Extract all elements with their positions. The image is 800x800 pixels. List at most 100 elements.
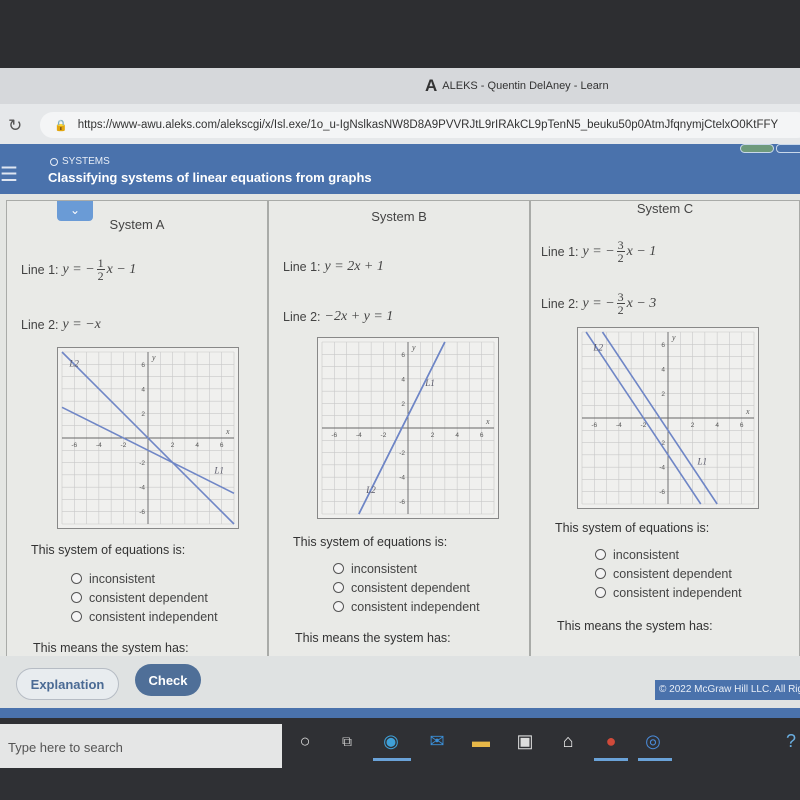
app-icon[interactable]: ⌂	[555, 728, 581, 754]
option-label: consistent independent	[351, 599, 480, 614]
radio-button[interactable]	[595, 587, 606, 598]
option-label: consistent dependent	[351, 580, 470, 595]
powerpoint-icon[interactable]: ●	[598, 728, 624, 754]
y-tick-label: 6	[661, 342, 665, 349]
file-explorer-icon[interactable]: ▬	[468, 728, 494, 754]
x-tick-label: -6	[71, 442, 77, 449]
series-label-l1: L1	[696, 457, 707, 467]
reload-icon[interactable]: ↻	[8, 116, 22, 136]
explanation-button[interactable]: Explanation	[16, 668, 119, 700]
edge-icon[interactable]: ◉	[378, 728, 404, 754]
option-label: consistent dependent	[89, 590, 208, 605]
graph-system-a: x y -6 -4 -2 2 4 6 6 4 2 -2 -4 -6 L1 L2	[57, 347, 239, 529]
x-tick-label: 4	[715, 422, 719, 429]
browser-titlebar: A ALEKS - Quentin DelAney - Learn	[0, 68, 800, 104]
app-icon-2[interactable]: ◎	[640, 728, 666, 754]
system-c-panel: System C Line 1: y = − 32 x − 1 Line 2: …	[530, 200, 800, 656]
radio-button[interactable]	[595, 568, 606, 579]
y-tick-label: 2	[661, 391, 665, 398]
radio-button[interactable]	[71, 592, 82, 603]
option-consistent-dependent[interactable]: consistent dependent	[595, 564, 742, 583]
url-input[interactable]: 🔒 https://www-awu.aleks.com/alekscgi/x/I…	[40, 112, 800, 138]
option-label: inconsistent	[351, 561, 418, 576]
x-tick-label: -2	[641, 422, 647, 429]
x-tick-label: -2	[121, 442, 127, 449]
chevron-down-icon: ⌄	[69, 203, 81, 217]
x-tick-label: 4	[195, 442, 199, 449]
means-text: This means the system has:	[295, 631, 451, 645]
system-title: System B	[371, 209, 427, 224]
eq-lhs: y = −	[582, 243, 615, 259]
series-label-l2: L2	[68, 359, 79, 369]
radio-button[interactable]	[71, 573, 82, 584]
frac-den: 2	[617, 303, 624, 317]
line1-label: Line 1:	[283, 260, 321, 274]
aleks-logo-icon: A	[425, 76, 438, 95]
app-header: ☰ SYSTEMS Classifying systems of linear …	[0, 144, 800, 194]
x-axis-label: x	[225, 427, 230, 436]
radio-button[interactable]	[595, 549, 606, 560]
y-tick-label: -6	[139, 509, 145, 516]
progress-bar-empty	[776, 144, 800, 153]
y-tick-label: -4	[659, 465, 665, 472]
graph-svg: xy-6 -4 -2 2 4 6642-2-4-6L1L2	[581, 331, 755, 505]
hamburger-menu-icon[interactable]: ☰	[0, 162, 18, 187]
radio-button[interactable]	[333, 601, 344, 612]
question-text: This system of equations is:	[293, 535, 448, 549]
question-text: This system of equations is:	[555, 521, 710, 535]
option-consistent-independent[interactable]: consistent independent	[595, 583, 742, 602]
radio-button[interactable]	[71, 611, 82, 622]
option-label: inconsistent	[613, 547, 680, 562]
y-tick-label: 4	[401, 376, 405, 383]
line2-equation: Line 2: −2x + y = 1	[283, 309, 393, 325]
taskbar-search-input[interactable]: Type here to search	[0, 724, 282, 768]
task-view-icon[interactable]: ⧉	[334, 728, 360, 754]
y-axis-label: y	[151, 353, 156, 362]
line1-equation: Line 1: y = − 32 x − 1	[541, 239, 656, 264]
y-axis-label: y	[411, 343, 416, 352]
means-text: This means the system has:	[557, 619, 713, 633]
fraction: 32	[616, 239, 625, 264]
system-a-panel: ⌄ System A Line 1: y = − 12 x − 1 Line 2…	[6, 200, 268, 656]
copyright-text: © 2022 McGraw Hill LLC. All Rights Reser…	[655, 680, 800, 700]
radio-button[interactable]	[333, 582, 344, 593]
active-indicator	[594, 758, 628, 761]
option-consistent-dependent[interactable]: consistent dependent	[71, 588, 218, 607]
progress-bar	[740, 144, 774, 153]
x-tick-label: -2	[381, 432, 387, 439]
graph-system-b: x y -6 -4 -2 2 4 6 6 4 2 -2 -4 -6 L1 L2	[317, 337, 499, 519]
eq-lhs: y = −	[62, 261, 95, 277]
help-icon[interactable]: ?	[778, 728, 800, 754]
graph-svg: xy-6 -4 -2 2 4 6642-2-4-6L1L2	[61, 351, 235, 525]
eq-text: −2x + y = 1	[324, 309, 394, 324]
x-tick-label: 4	[455, 432, 459, 439]
option-inconsistent[interactable]: inconsistent	[71, 569, 218, 588]
option-inconsistent[interactable]: inconsistent	[595, 545, 742, 564]
graph-system-c: x y -6 -4 -2 2 4 6 6 4 2 -2 -4 -6 L1 L2	[577, 327, 759, 509]
store-icon[interactable]: ▣	[512, 728, 538, 754]
fraction: 32	[616, 291, 625, 317]
option-consistent-dependent[interactable]: consistent dependent	[333, 578, 480, 597]
line2-label: Line 2:	[21, 318, 59, 332]
footer-bar: Explanation Check © 2022 McGraw Hill LLC…	[0, 656, 800, 708]
lock-icon: 🔒	[54, 119, 68, 132]
address-bar: ↻ 🔒 https://www-awu.aleks.com/alekscgi/x…	[0, 104, 800, 144]
screen: A ALEKS - Quentin DelAney - Learn ↻ 🔒 ht…	[0, 0, 800, 800]
eq-text: y = −x	[62, 317, 101, 332]
option-inconsistent[interactable]: inconsistent	[333, 559, 480, 578]
check-button[interactable]: Check	[135, 664, 201, 696]
system-title: System C	[636, 201, 694, 216]
option-consistent-independent[interactable]: consistent independent	[333, 597, 480, 616]
x-tick-label: -6	[331, 432, 337, 439]
y-tick-label: -6	[399, 499, 405, 506]
mail-icon[interactable]: ✉	[424, 728, 450, 754]
x-tick-label: -6	[591, 422, 597, 429]
radio-button[interactable]	[333, 563, 344, 574]
y-tick-label: 6	[401, 352, 405, 359]
option-consistent-independent[interactable]: consistent independent	[71, 607, 218, 626]
eq-rhs: x − 1	[626, 243, 657, 259]
x-axis-label: x	[485, 417, 490, 426]
eq-lhs: y = −	[582, 295, 615, 311]
cortana-icon[interactable]: ○	[292, 728, 318, 754]
y-tick-label: 2	[401, 401, 405, 408]
